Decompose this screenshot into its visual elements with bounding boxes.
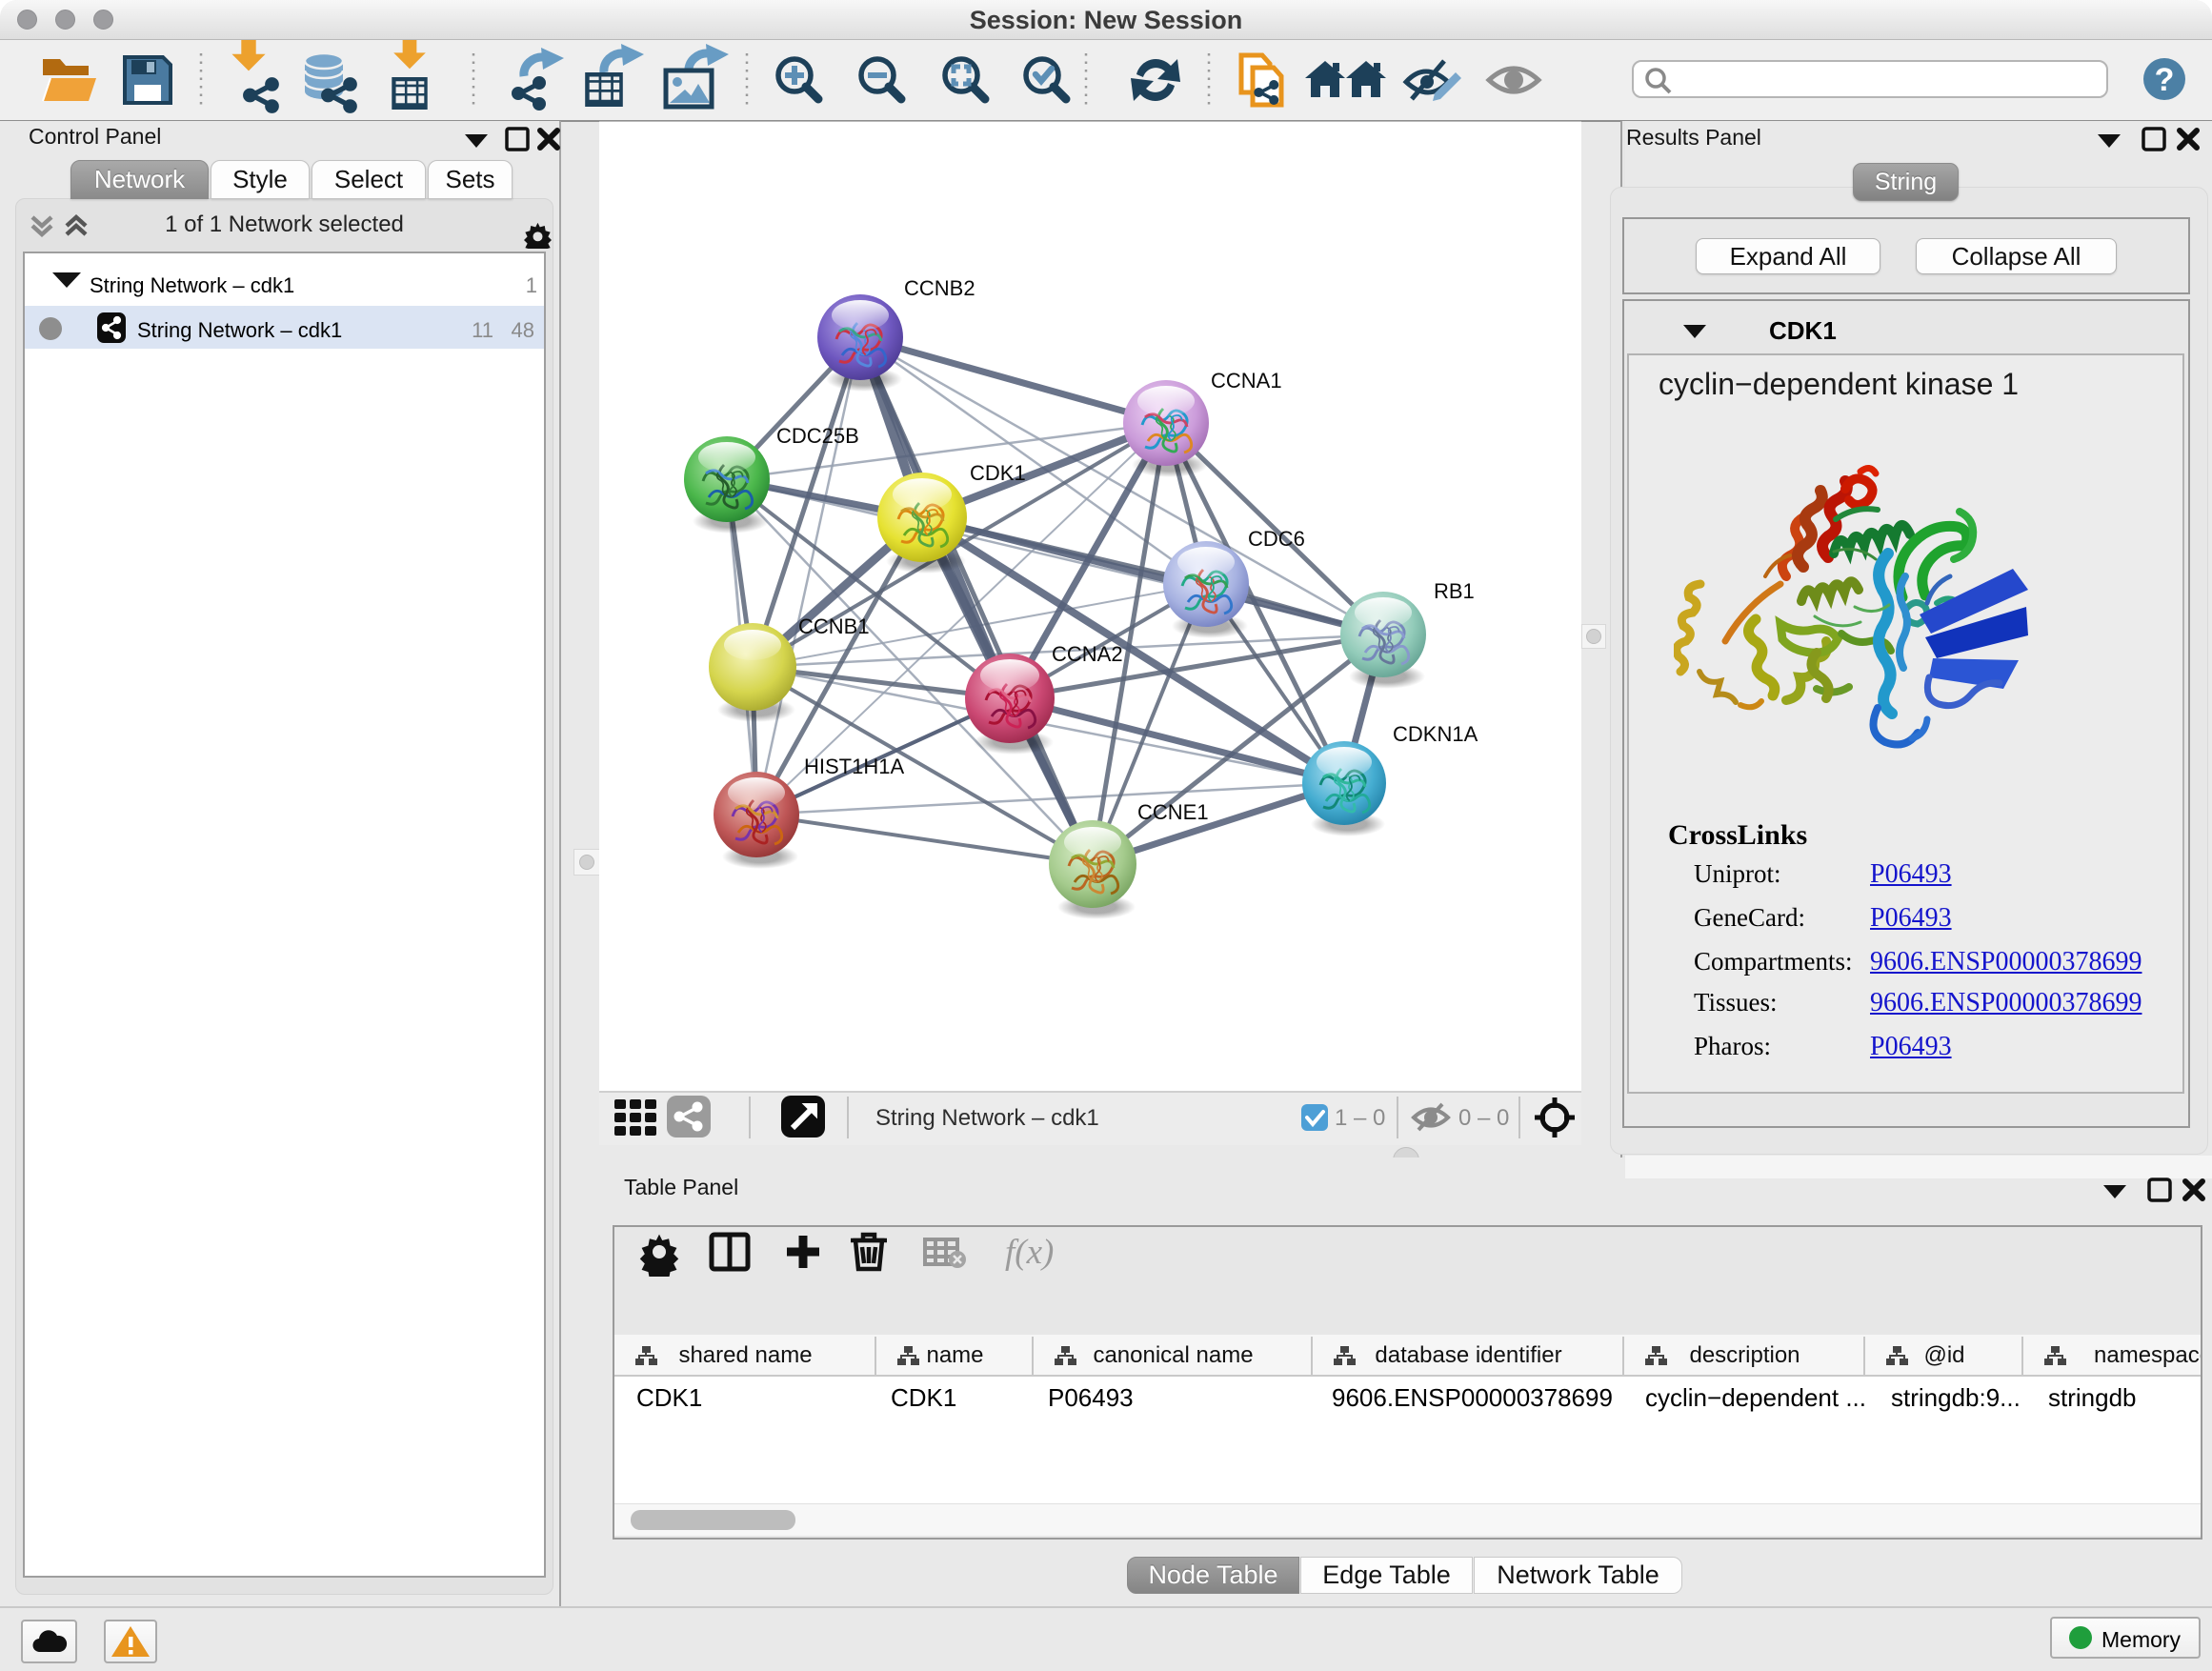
svg-text:HIST1H1A: HIST1H1A	[804, 755, 904, 778]
svg-text:CCNB1: CCNB1	[798, 614, 870, 638]
svg-text:CCNE1: CCNE1	[1137, 800, 1209, 824]
svg-text:1 – 0: 1 – 0	[1335, 1105, 1385, 1131]
svg-text:f(x): f(x)	[1005, 1233, 1054, 1272]
svg-text:CCNB2: CCNB2	[904, 276, 975, 300]
svg-text:CDC25B: CDC25B	[776, 424, 859, 448]
svg-text:CDKN1A: CDKN1A	[1393, 722, 1478, 746]
svg-text:CDK1: CDK1	[970, 461, 1026, 485]
svg-text:0 – 0: 0 – 0	[1458, 1105, 1509, 1131]
svg-text:CDC6: CDC6	[1248, 527, 1305, 551]
svg-text:CCNA1: CCNA1	[1211, 369, 1282, 393]
svg-text:String Network – cdk1: String Network – cdk1	[875, 1105, 1099, 1131]
svg-text:CCNA2: CCNA2	[1052, 642, 1123, 666]
svg-text:RB1: RB1	[1434, 579, 1475, 603]
svg-text:?: ?	[2155, 62, 2175, 98]
